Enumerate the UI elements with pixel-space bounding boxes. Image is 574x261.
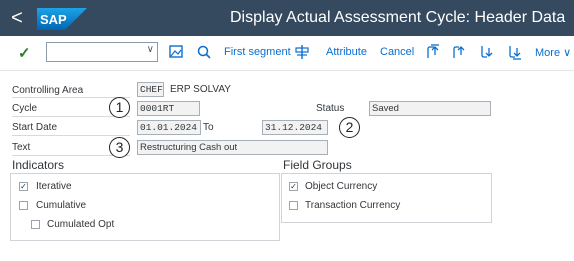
page-title: Display Actual Assessment Cycle: Header … — [230, 9, 566, 26]
text-field[interactable]: Restructuring Cash out — [137, 140, 328, 155]
attribute-button[interactable]: Attribute — [326, 46, 367, 58]
field-groups-title: Field Groups — [283, 158, 352, 172]
controlling-area-underline — [12, 97, 130, 98]
text-label: Text — [12, 142, 31, 153]
start-date-underline — [12, 135, 130, 136]
controlling-area-description: ERP SOLVAY — [170, 84, 231, 95]
shell-header: < SAP Display Actual Assessment Cycle: H… — [0, 0, 574, 36]
start-date-field[interactable]: 01.01.2024 — [137, 120, 201, 135]
to-label: To — [203, 122, 214, 133]
dropdown-chevron-icon[interactable]: ∨ — [147, 44, 154, 55]
cumulated-opt-label: Cumulated Opt — [47, 219, 115, 230]
iterative-checkbox[interactable]: ✓ — [19, 182, 28, 191]
sap-logo: SAP — [37, 8, 87, 30]
controlling-area-label: Controlling Area — [12, 85, 84, 96]
cumulated-opt-checkbox[interactable] — [31, 220, 40, 229]
end-date-field[interactable]: 31.12.2024 — [262, 120, 328, 135]
first-segment-button[interactable]: First segment — [224, 46, 291, 58]
attribute-icon[interactable] — [294, 43, 310, 61]
command-field[interactable]: ∨ — [46, 42, 158, 62]
callout-marker-3: 3 — [109, 137, 130, 158]
image-icon[interactable] — [168, 43, 184, 61]
next-page-icon[interactable] — [479, 43, 495, 61]
cycle-underline — [12, 116, 130, 117]
object-currency-label: Object Currency — [305, 181, 378, 192]
back-icon[interactable]: < — [6, 5, 28, 31]
cancel-button[interactable]: Cancel — [380, 46, 414, 58]
cycle-label: Cycle — [12, 103, 38, 114]
previous-page-icon[interactable] — [451, 43, 467, 61]
controlling-area-field[interactable]: CHEF — [137, 82, 164, 97]
start-date-label: Start Date — [12, 122, 58, 133]
cycle-field[interactable]: 0001RT — [137, 101, 200, 116]
first-page-icon[interactable] — [425, 43, 441, 61]
indicators-title: Indicators — [12, 158, 65, 172]
status-label: Status — [316, 103, 345, 114]
check-icon[interactable]: ✓ — [18, 44, 31, 62]
search-icon[interactable] — [196, 43, 212, 61]
cumulative-label: Cumulative — [36, 200, 87, 211]
sap-logo-text: SAP — [40, 12, 67, 27]
status-field[interactable]: Saved — [369, 101, 491, 116]
more-menu-button[interactable]: More ∨ — [535, 46, 571, 59]
object-currency-checkbox[interactable]: ✓ — [289, 182, 298, 191]
callout-marker-2: 2 — [339, 117, 360, 138]
toolbar: ✓ ∨ First segment Attribute Cancel More … — [0, 36, 574, 71]
transaction-currency-checkbox[interactable] — [289, 201, 298, 210]
callout-marker-1: 1 — [109, 97, 130, 118]
cumulative-checkbox[interactable] — [19, 201, 28, 210]
last-page-icon[interactable] — [507, 43, 523, 61]
transaction-currency-label: Transaction Currency — [305, 200, 401, 211]
iterative-label: Iterative — [36, 181, 72, 192]
